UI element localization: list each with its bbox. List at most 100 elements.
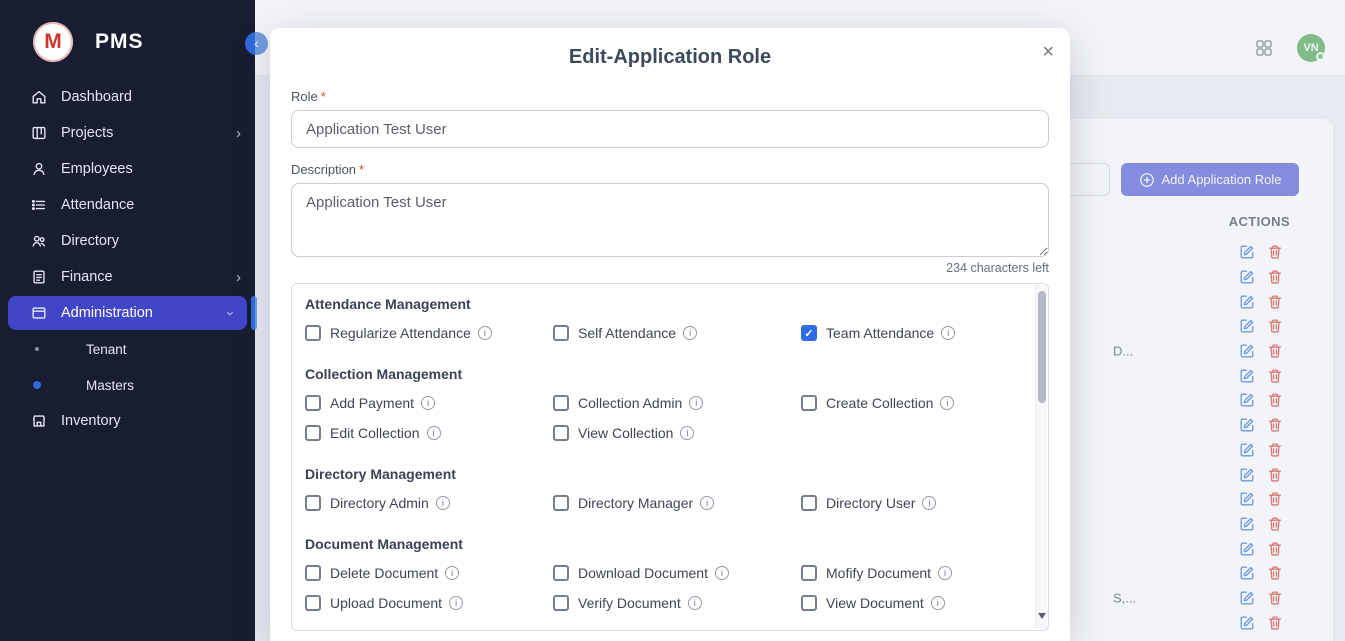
checkbox[interactable]	[801, 595, 817, 611]
edit-application-role-modal: Edit-Application Role × Role* Descriptio…	[270, 28, 1070, 641]
scrollbar-thumb[interactable]	[1038, 291, 1046, 403]
permission-regularize-attendance[interactable]: Regularize Attendancei	[305, 318, 553, 348]
projects-icon	[30, 124, 48, 142]
sidebar: M PMS DashboardProjects›EmployeesAttenda…	[0, 0, 255, 641]
permission-section: Document ManagementDelete DocumentiDownl…	[305, 534, 1018, 618]
role-label-text: Role	[291, 89, 318, 104]
sidebar-item-employees[interactable]: Employees	[0, 151, 255, 187]
info-icon[interactable]: i	[700, 496, 714, 510]
permission-label: Directory Admin	[330, 495, 429, 511]
required-marker: *	[321, 89, 326, 104]
checkbox[interactable]	[305, 495, 321, 511]
info-icon[interactable]: i	[941, 326, 955, 340]
checkbox[interactable]	[553, 325, 569, 341]
sidebar-item-label: Administration	[61, 305, 153, 321]
permission-self-attendance[interactable]: Self Attendance i	[553, 318, 801, 348]
permission-label: Directory Manager	[578, 495, 693, 511]
permission-mofify-document[interactable]: Mofify Documenti	[801, 558, 1018, 588]
person-icon	[30, 160, 48, 178]
info-icon[interactable]: i	[922, 496, 936, 510]
checkbox[interactable]	[553, 425, 569, 441]
permission-label: Create Collection	[826, 395, 933, 411]
permission-delete-document[interactable]: Delete Documenti	[305, 558, 553, 588]
permission-verify-document[interactable]: Verify Documenti	[553, 588, 801, 618]
sidebar-item-projects[interactable]: Projects›	[0, 115, 255, 151]
sidebar-item-tenant[interactable]: Tenant	[0, 331, 255, 367]
close-icon[interactable]: ×	[1042, 42, 1054, 62]
info-icon[interactable]: i	[715, 566, 729, 580]
list-icon	[30, 196, 48, 214]
checkbox[interactable]	[801, 495, 817, 511]
bullet-icon	[33, 381, 41, 389]
permission-section-title: Directory Management	[305, 464, 1018, 484]
permission-label: Download Document	[578, 565, 708, 581]
sidebar-item-inventory[interactable]: Inventory	[0, 403, 255, 439]
info-icon[interactable]: i	[931, 596, 945, 610]
permission-label: Self Attendance	[578, 325, 676, 341]
permission-label: Upload Document	[330, 595, 442, 611]
info-icon[interactable]: i	[938, 566, 952, 580]
chevron-right-icon: ›	[236, 126, 241, 141]
permission-create-collection[interactable]: Create Collection i	[801, 388, 1018, 418]
checkbox[interactable]	[305, 325, 321, 341]
role-input[interactable]	[291, 110, 1049, 148]
brand-name: PMS	[95, 30, 144, 54]
permission-label: View Document	[826, 595, 924, 611]
sidebar-item-administration[interactable]: Administration ›	[8, 296, 247, 330]
sidebar-item-finance[interactable]: Finance›	[0, 259, 255, 295]
description-textarea[interactable]: Application Test User	[291, 183, 1049, 257]
sidebar-item-attendance[interactable]: Attendance	[0, 187, 255, 223]
permission-grid: Regularize AttendanceiSelf Attendancei✓T…	[305, 318, 1018, 348]
sidebar-item-masters[interactable]: Masters	[0, 367, 255, 403]
sidebar-item-dashboard[interactable]: Dashboard	[0, 79, 255, 115]
info-icon[interactable]: i	[436, 496, 450, 510]
checkbox[interactable]	[801, 395, 817, 411]
permission-edit-collection[interactable]: Edit Collectioni	[305, 418, 553, 448]
info-icon[interactable]: i	[478, 326, 492, 340]
permission-directory-admin[interactable]: Directory Admin i	[305, 488, 553, 518]
permission-view-document[interactable]: View Document i	[801, 588, 1018, 618]
permission-section-title: Attendance Management	[305, 294, 1018, 314]
info-icon[interactable]: i	[683, 326, 697, 340]
info-icon[interactable]: i	[421, 396, 435, 410]
scroll-down-icon[interactable]	[1036, 613, 1048, 625]
checkbox[interactable]	[305, 565, 321, 581]
checkbox[interactable]	[553, 395, 569, 411]
sidebar-item-label: Finance	[61, 269, 113, 285]
checkbox[interactable]	[553, 595, 569, 611]
sidebar-item-label: Attendance	[61, 197, 134, 213]
info-icon[interactable]: i	[940, 396, 954, 410]
permission-section: Directory ManagementDirectory AdminiDire…	[305, 464, 1018, 518]
role-label: Role*	[291, 89, 1049, 104]
scrollbar-track[interactable]	[1035, 285, 1047, 629]
info-icon[interactable]: i	[689, 396, 703, 410]
permission-team-attendance[interactable]: ✓Team Attendancei	[801, 318, 1018, 348]
checkbox[interactable]	[553, 495, 569, 511]
info-icon[interactable]: i	[680, 426, 694, 440]
checkbox[interactable]	[305, 595, 321, 611]
info-icon[interactable]: i	[427, 426, 441, 440]
info-icon[interactable]: i	[688, 596, 702, 610]
permission-label: Directory User	[826, 495, 915, 511]
permission-view-collection[interactable]: View Collectioni	[553, 418, 801, 448]
info-icon[interactable]: i	[449, 596, 463, 610]
permission-upload-document[interactable]: Upload Document i	[305, 588, 553, 618]
permission-download-document[interactable]: Download Document i	[553, 558, 801, 588]
sidebar-item-label: Directory	[61, 233, 119, 249]
checkbox[interactable]	[305, 425, 321, 441]
permission-section-title: Collection Management	[305, 364, 1018, 384]
sidebar-item-directory[interactable]: Directory	[0, 223, 255, 259]
sidebar-item-label: Tenant	[86, 342, 127, 357]
checkbox[interactable]	[553, 565, 569, 581]
required-marker: *	[359, 162, 364, 177]
permission-collection-admin[interactable]: Collection Admini	[553, 388, 801, 418]
permission-add-payment[interactable]: Add Paymenti	[305, 388, 553, 418]
checkbox[interactable]	[305, 395, 321, 411]
checkbox[interactable]: ✓	[801, 325, 817, 341]
permission-directory-manager[interactable]: Directory Manager i	[553, 488, 801, 518]
info-icon[interactable]: i	[445, 566, 459, 580]
chevron-down-icon: ›	[223, 311, 238, 316]
permission-section-title: Document Management	[305, 534, 1018, 554]
permission-directory-user[interactable]: Directory User i	[801, 488, 1018, 518]
checkbox[interactable]	[801, 565, 817, 581]
